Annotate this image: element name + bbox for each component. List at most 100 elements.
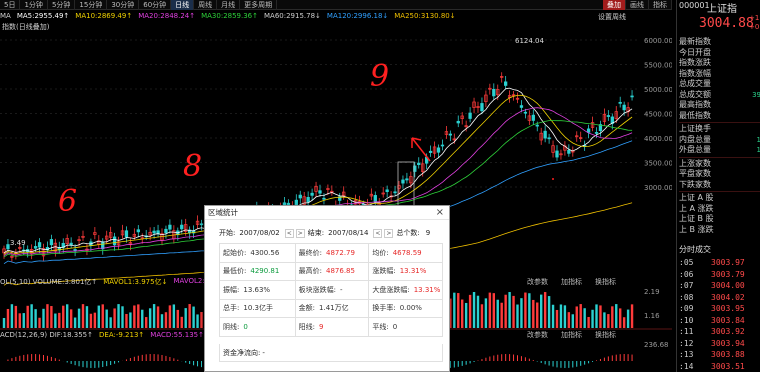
macd-value: MACD:55.135↑ bbox=[150, 330, 204, 339]
annotation-number: 6 bbox=[58, 184, 77, 219]
toolbar-item[interactable]: 叠加 bbox=[603, 0, 626, 10]
toolbar-item[interactable]: 画线 bbox=[626, 0, 649, 10]
start-prev-icon[interactable]: < bbox=[284, 228, 294, 238]
volume-bar bbox=[536, 302, 539, 328]
volume-bar bbox=[540, 294, 543, 328]
quote-stat-row: 最低指数 bbox=[679, 111, 760, 122]
quote-stat-label: 指数涨跌 bbox=[679, 58, 711, 67]
tab-period[interactable]: 5日 bbox=[0, 0, 21, 10]
tick-trades-header[interactable]: 分时成交 bbox=[679, 244, 711, 255]
volume-bar bbox=[14, 305, 18, 328]
end-prev-icon[interactable]: < bbox=[373, 228, 383, 238]
volume-bar bbox=[476, 295, 480, 328]
volume-bar bbox=[516, 304, 519, 328]
indicator-action[interactable]: 换指标 bbox=[595, 277, 616, 287]
volume-bar bbox=[46, 304, 49, 328]
stats-cell: 总手: 10.3亿手 bbox=[220, 299, 296, 317]
volume-bar bbox=[520, 298, 523, 328]
tick-price: 3004.00 bbox=[711, 281, 745, 290]
stats-cell: 大盘涨跌幅: 13.31% bbox=[369, 281, 443, 299]
count-value: 9 bbox=[425, 229, 431, 237]
tab-period[interactable]: 月线 bbox=[217, 0, 241, 10]
toolbar-right: 叠加 画线 指标 bbox=[603, 0, 672, 10]
tab-period[interactable]: 更多周期 bbox=[240, 0, 278, 10]
indicator-action[interactable]: 改参数 bbox=[527, 277, 548, 287]
tab-period[interactable]: 60分钟 bbox=[139, 0, 172, 10]
tick-price: 3003.79 bbox=[711, 269, 745, 279]
volume-bar bbox=[160, 314, 164, 328]
volume-bar bbox=[62, 305, 65, 328]
tick-row: :12 3003.94 bbox=[677, 338, 760, 350]
tick-time: :09 bbox=[679, 304, 694, 313]
indicator-action[interactable]: 改参数 bbox=[527, 330, 548, 340]
tick-price: 3003.92 bbox=[711, 327, 745, 336]
tab-period[interactable]: 日线 bbox=[171, 0, 195, 10]
candle-body bbox=[373, 195, 377, 202]
quote-stat-label: 外盘总量 bbox=[679, 145, 711, 154]
volume-bar bbox=[133, 305, 136, 328]
dialog-title: 区域统计 bbox=[205, 206, 449, 220]
volume-axis-tick: 1.16 bbox=[644, 312, 660, 320]
tab-period[interactable]: 周线 bbox=[194, 0, 218, 10]
start-next-icon[interactable]: > bbox=[295, 228, 305, 238]
settings-link[interactable]: 设置周线 bbox=[598, 12, 626, 22]
candle-body bbox=[428, 150, 433, 153]
stats-cell: 最低价: 4290.81 bbox=[220, 262, 296, 280]
candle-body bbox=[519, 105, 524, 108]
end-next-icon[interactable]: > bbox=[384, 228, 394, 238]
volume-bar bbox=[89, 313, 93, 328]
quote-stat-row: 总成交量 bbox=[679, 79, 760, 90]
candle-body bbox=[504, 81, 508, 86]
quote-stat-row: 上证 A 股 bbox=[679, 193, 760, 204]
quote-stat-row: 下跌家数 bbox=[679, 180, 760, 191]
indicator-action[interactable]: 加指标 bbox=[561, 330, 582, 340]
quote-stat-row: 上 A 涨跌 bbox=[679, 204, 760, 215]
volume-axis-tick: 2.19 bbox=[644, 288, 660, 296]
volume-bar bbox=[58, 312, 61, 328]
candle-body bbox=[405, 178, 409, 181]
macd-value: DEA:-9.213↑ bbox=[99, 330, 145, 339]
candle-body bbox=[417, 162, 421, 165]
volume-bar bbox=[464, 302, 468, 328]
tab-period[interactable]: 5分钟 bbox=[48, 0, 76, 10]
stats-table: 起始价: 4300.56 最终价: 4872.79 均价: 4678.59 最低价: 4290… bbox=[219, 243, 443, 337]
candle-body bbox=[606, 115, 610, 117]
volume-bar bbox=[480, 304, 484, 328]
tick-price: 3003.88 bbox=[711, 350, 745, 359]
candle-body bbox=[33, 246, 38, 249]
volume-bar bbox=[575, 306, 578, 328]
stats-label: 阳线: bbox=[298, 322, 316, 331]
volume-bar bbox=[496, 299, 499, 328]
stats-label: 平线: bbox=[372, 322, 389, 331]
quote-stat-label: 指数涨幅 bbox=[679, 68, 711, 78]
volume-bar bbox=[591, 309, 594, 328]
tab-period[interactable]: 1分钟 bbox=[20, 0, 48, 10]
quote-stat-label: 上证换手 bbox=[679, 124, 711, 133]
tick-time: :05 bbox=[679, 258, 694, 267]
candle-body bbox=[49, 239, 54, 246]
toolbar-item[interactable]: 指标 bbox=[649, 0, 672, 10]
quote-stat-label: 上 B 涨跌 bbox=[679, 224, 714, 234]
stats-value: 0.00% bbox=[399, 304, 422, 313]
indicator-action[interactable]: 加指标 bbox=[561, 277, 582, 287]
stats-label: 阴线: bbox=[223, 322, 240, 331]
volume-bar bbox=[69, 309, 73, 328]
tick-time: :08 bbox=[679, 292, 694, 302]
indicator-action[interactable]: 换指标 bbox=[595, 330, 616, 340]
stats-value: 9 bbox=[319, 322, 324, 331]
stats-value: 0 bbox=[243, 322, 248, 331]
stats-cell: 振幅: 13.63% bbox=[220, 281, 296, 299]
close-icon[interactable]: × bbox=[436, 207, 444, 218]
volume-bar bbox=[626, 309, 630, 328]
tab-period[interactable]: 15分钟 bbox=[75, 0, 108, 10]
change-top: +1 bbox=[749, 14, 760, 22]
tab-period[interactable]: 30分钟 bbox=[107, 0, 140, 10]
tick-row: :07 3004.00 bbox=[677, 280, 760, 292]
volume-bar bbox=[579, 304, 582, 328]
candle-body bbox=[385, 189, 389, 193]
annotation-dot bbox=[552, 178, 554, 180]
tick-time: :11 bbox=[679, 327, 694, 336]
stats-row: 起始价: 4300.56 最终价: 4872.79 均价: 4678.59 bbox=[220, 244, 443, 263]
candle-body bbox=[555, 150, 559, 158]
candle-body bbox=[622, 104, 626, 111]
